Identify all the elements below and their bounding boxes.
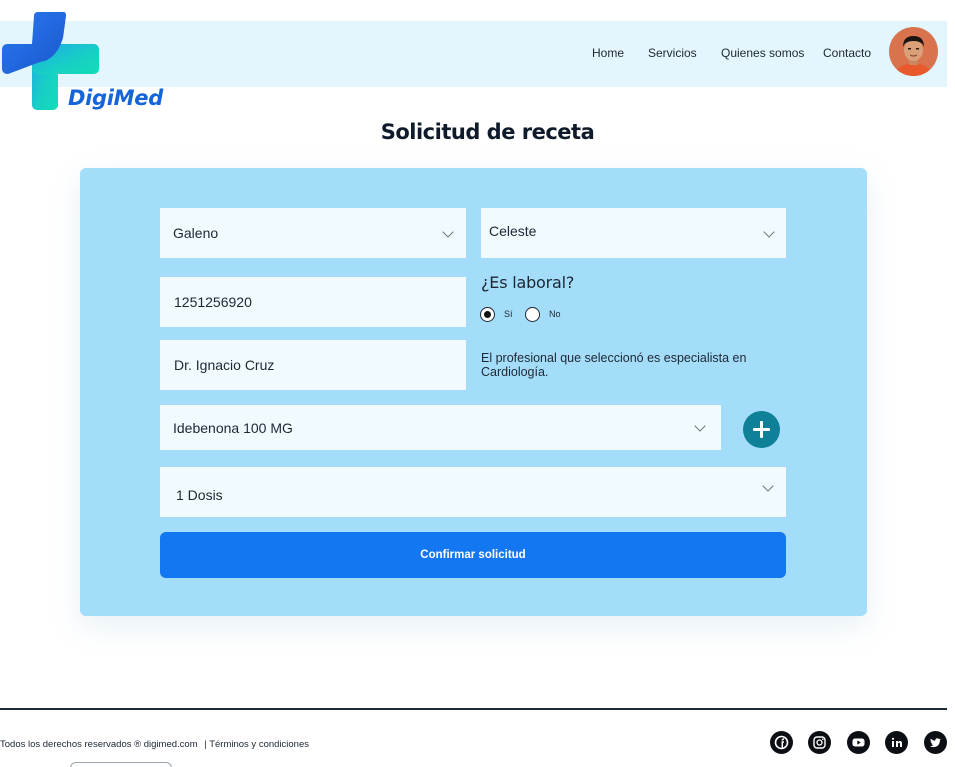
- chevron-down-icon: [442, 226, 454, 238]
- nav-contacto[interactable]: Contacto: [823, 46, 871, 60]
- chevron-down-icon: [694, 420, 706, 432]
- linkedin-glyph: [891, 737, 902, 747]
- obra-social-select[interactable]: Galeno: [160, 208, 466, 258]
- laboral-question: ¿Es laboral?: [481, 273, 575, 292]
- terms-link[interactable]: Términos y condiciones: [209, 739, 309, 750]
- laboral-radio-no[interactable]: [525, 307, 540, 322]
- nav-home[interactable]: Home: [592, 46, 624, 60]
- user-photo: [889, 27, 938, 76]
- youtube-glyph: [852, 738, 865, 747]
- afiliado-input[interactable]: 1251256920: [160, 277, 466, 327]
- page-title: Solicitud de receta: [380, 120, 595, 144]
- plan-value: Celeste: [489, 223, 537, 239]
- twitter-glyph: [929, 738, 941, 748]
- nav-quienes-somos[interactable]: Quienes somos: [721, 46, 804, 60]
- nav-servicios[interactable]: Servicios: [648, 46, 697, 60]
- laboral-label-no: No: [549, 309, 561, 319]
- chevron-down-icon: [762, 480, 774, 492]
- afiliado-value: 1251256920: [174, 294, 252, 310]
- confirm-request-button[interactable]: Confirmar solicitud: [160, 532, 786, 578]
- specialist-note: El profesional que seleccionó es especia…: [481, 351, 747, 379]
- obra-social-value: Galeno: [173, 225, 219, 241]
- twitter-icon[interactable]: [924, 731, 947, 754]
- instagram-glyph: [813, 736, 826, 749]
- footer-badge: [70, 762, 172, 767]
- facebook-glyph: [774, 735, 789, 750]
- linkedin-icon[interactable]: [885, 731, 908, 754]
- dosis-value: 1 Dosis: [176, 487, 223, 503]
- profesional-value: Dr. Ignacio Cruz: [174, 357, 275, 373]
- medicamento-select[interactable]: Idebenona 100 MG: [160, 405, 721, 450]
- chevron-down-icon: [763, 226, 775, 238]
- youtube-icon[interactable]: [847, 731, 870, 754]
- medicamento-value: Idebenona 100 MG: [173, 419, 293, 436]
- facebook-icon[interactable]: [770, 731, 793, 754]
- dosis-select[interactable]: 1 Dosis: [160, 467, 786, 517]
- digimed-logo[interactable]: DigiMed: [0, 8, 170, 112]
- user-avatar[interactable]: [889, 27, 938, 76]
- brand-name: DigiMed: [68, 86, 163, 110]
- add-medication-button[interactable]: [743, 411, 780, 448]
- instagram-icon[interactable]: [808, 731, 831, 754]
- footer-divider: [0, 708, 947, 710]
- profesional-input[interactable]: Dr. Ignacio Cruz: [160, 340, 466, 390]
- footer-legal: Todos los derechos reservados ® digimed.…: [0, 739, 309, 750]
- footer-separator: |: [204, 739, 207, 750]
- plan-select[interactable]: Celeste: [481, 208, 786, 258]
- footer-copyright: Todos los derechos reservados ® digimed.…: [0, 739, 198, 750]
- laboral-radio-si[interactable]: [480, 307, 495, 322]
- radio-selected-dot: [483, 310, 491, 318]
- laboral-label-si: Sí: [504, 309, 513, 319]
